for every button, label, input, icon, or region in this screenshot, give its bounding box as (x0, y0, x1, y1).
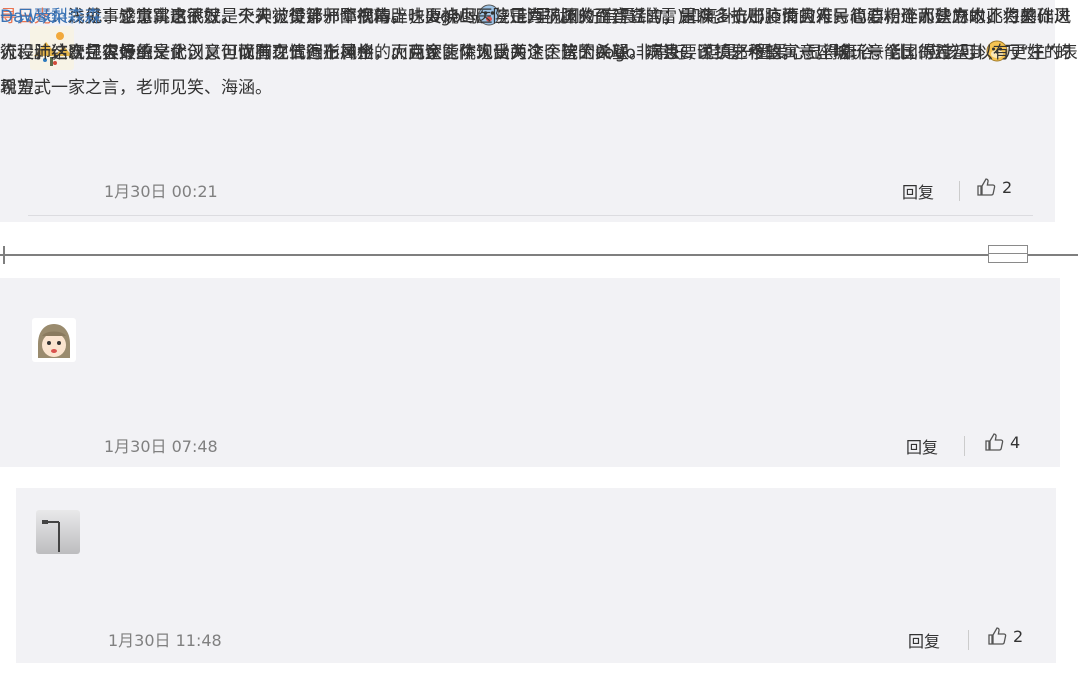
reply-button[interactable]: 回复 (908, 628, 940, 652)
reply-button[interactable]: 回复 (906, 434, 938, 458)
thumbs-up-icon (985, 433, 1004, 451)
image-divider (0, 254, 1078, 256)
thumbs-up-icon (988, 627, 1007, 645)
cartoon-girl-avatar-icon[interactable] (32, 318, 76, 362)
like-count: 2 (1013, 626, 1024, 646)
comment-body: Dawson森森：感觉寓意很好，个人觉得第一个很精辟，火神山医院是为了肺炎而建立… (0, 7, 1078, 98)
like-button[interactable]: 2 (976, 177, 1012, 197)
comment-divider (28, 215, 1033, 216)
comment-timestamp: 1月30日 07:48 (104, 437, 218, 456)
like-count: 4 (1010, 432, 1021, 452)
street-lamp-avatar-icon[interactable] (36, 510, 80, 554)
comment-timestamp: 1月30日 00:21 (104, 182, 218, 201)
action-separator (959, 181, 960, 201)
comment-timestamp: 1月30日 11:48 (108, 631, 222, 650)
divider-handle (988, 245, 1028, 263)
like-button[interactable]: 4 (984, 432, 1020, 452)
thumbs-up-icon (977, 178, 996, 196)
like-count: 2 (1002, 177, 1013, 197)
comment-username[interactable]: Dawson森森 (0, 7, 101, 27)
action-separator (964, 436, 965, 456)
like-button[interactable]: 2 (987, 626, 1023, 646)
reply-button[interactable]: 回复 (902, 179, 934, 203)
comment-text: 感觉寓意很好，个人觉得第一个很精辟，火神山医院是为了肺炎而建立的，是众多抗击肺炎… (0, 7, 1078, 98)
action-separator (968, 630, 969, 650)
